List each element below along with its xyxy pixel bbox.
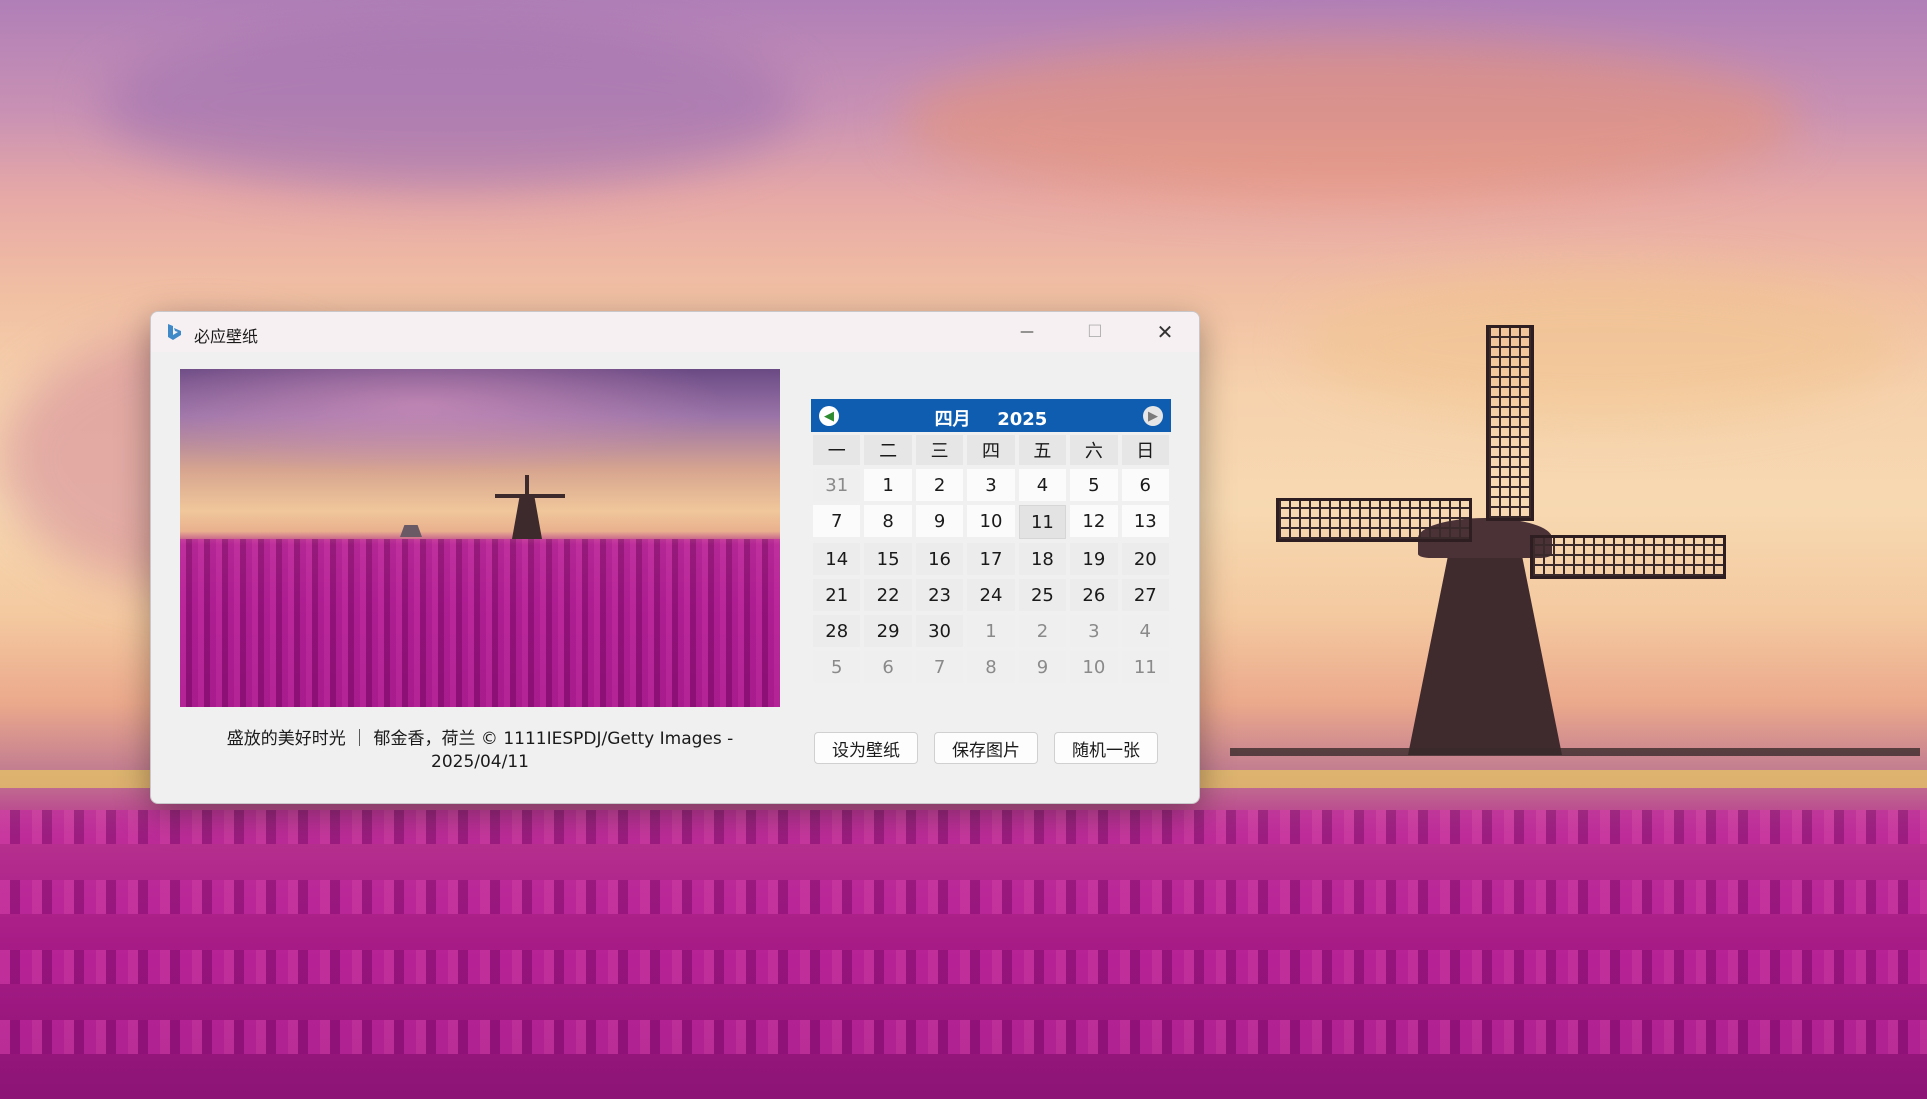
calendar-day[interactable]: 23 xyxy=(915,579,964,611)
calendar-day[interactable]: 26 xyxy=(1070,579,1118,611)
random-button[interactable]: 随机一张 xyxy=(1054,732,1158,764)
calendar-day[interactable]: 31 xyxy=(813,469,861,501)
title-bar[interactable]: 必应壁纸 — ☐ ✕ xyxy=(151,312,1199,352)
weekday-label: 三 xyxy=(915,435,964,465)
calendar-day[interactable]: 17 xyxy=(967,543,1015,575)
calendar-day[interactable]: 28 xyxy=(813,615,861,647)
maximize-button[interactable]: ☐ xyxy=(1067,312,1123,352)
weekday-label: 日 xyxy=(1121,435,1169,465)
calendar-day[interactable]: 6 xyxy=(1121,469,1169,501)
calendar-day[interactable]: 8 xyxy=(967,651,1015,683)
calendar-day[interactable]: 18 xyxy=(1018,543,1067,575)
calendar-year[interactable]: 2025 xyxy=(997,409,1047,430)
calendar-header: ◀ 四月 2025 ▶ xyxy=(811,399,1171,432)
calendar-day[interactable]: 12 xyxy=(1070,505,1118,537)
calendar-day[interactable]: 7 xyxy=(813,505,861,537)
calendar-day[interactable]: 14 xyxy=(813,543,861,575)
calendar-day[interactable]: 9 xyxy=(1018,651,1067,683)
weekday-label: 四 xyxy=(967,435,1015,465)
calendar-day[interactable]: 4 xyxy=(1121,615,1169,647)
arrow-right-icon[interactable]: ▶ xyxy=(1143,406,1163,426)
calendar-day[interactable]: 3 xyxy=(1070,615,1118,647)
weekday-label: 一 xyxy=(813,435,861,465)
bing-logo-icon xyxy=(168,324,181,340)
calendar: ◀ 四月 2025 ▶ 一 二 三 四 五 六 日 31 1 2 3 4 5 6 7 8 9 10 1… xyxy=(811,399,1171,683)
calendar-day[interactable]: 1 xyxy=(864,469,912,501)
calendar-day[interactable]: 20 xyxy=(1121,543,1169,575)
calendar-grid: 一 二 三 四 五 六 日 31 1 2 3 4 5 6 7 8 9 10 11 12 13 14 15 16 1… xyxy=(811,432,1171,683)
weekday-label: 五 xyxy=(1018,435,1067,465)
wallpaper-preview xyxy=(180,369,780,707)
calendar-day[interactable]: 3 xyxy=(967,469,1015,501)
calendar-day[interactable]: 2 xyxy=(915,469,964,501)
calendar-month[interactable]: 四月 xyxy=(935,409,971,430)
calendar-day[interactable]: 1 xyxy=(967,615,1015,647)
calendar-day-today[interactable]: 11 xyxy=(1018,505,1067,539)
weekday-label: 六 xyxy=(1070,435,1118,465)
calendar-day[interactable]: 27 xyxy=(1121,579,1169,611)
calendar-day[interactable]: 19 xyxy=(1070,543,1118,575)
calendar-day[interactable]: 4 xyxy=(1018,469,1067,501)
close-button[interactable]: ✕ xyxy=(1137,312,1193,352)
minimize-button[interactable]: — xyxy=(999,312,1055,352)
calendar-day[interactable]: 6 xyxy=(864,651,912,683)
calendar-day[interactable]: 5 xyxy=(1070,469,1118,501)
calendar-day[interactable]: 11 xyxy=(1121,651,1169,683)
calendar-day[interactable]: 16 xyxy=(915,543,964,575)
calendar-day[interactable]: 15 xyxy=(864,543,912,575)
minimize-icon: — xyxy=(1020,324,1034,340)
calendar-day[interactable]: 10 xyxy=(967,505,1015,537)
calendar-day[interactable]: 25 xyxy=(1018,579,1067,611)
calendar-day[interactable]: 29 xyxy=(864,615,912,647)
weekday-label: 二 xyxy=(864,435,912,465)
maximize-icon: ☐ xyxy=(1087,322,1103,342)
app-window: 必应壁纸 — ☐ ✕ 盛放的美好时光 ｜ 郁金香，荷兰 © 1111IESPDJ… xyxy=(150,311,1200,804)
calendar-day[interactable]: 7 xyxy=(915,651,964,683)
wallpaper-caption: 盛放的美好时光 ｜ 郁金香，荷兰 © 1111IESPDJ/Getty Imag… xyxy=(226,729,734,772)
calendar-day[interactable]: 2 xyxy=(1018,615,1067,647)
calendar-day[interactable]: 22 xyxy=(864,579,912,611)
close-icon: ✕ xyxy=(1156,320,1174,344)
calendar-day[interactable]: 9 xyxy=(915,505,964,537)
set-wallpaper-button[interactable]: 设为壁纸 xyxy=(814,732,918,764)
calendar-day[interactable]: 21 xyxy=(813,579,861,611)
calendar-day[interactable]: 30 xyxy=(915,615,964,647)
save-image-button[interactable]: 保存图片 xyxy=(934,732,1038,764)
calendar-title[interactable]: 四月 2025 xyxy=(811,405,1171,431)
calendar-day[interactable]: 5 xyxy=(813,651,861,683)
window-title: 必应壁纸 xyxy=(194,327,259,346)
calendar-day[interactable]: 24 xyxy=(967,579,1015,611)
calendar-day[interactable]: 8 xyxy=(864,505,912,537)
calendar-day[interactable]: 10 xyxy=(1070,651,1118,683)
calendar-day[interactable]: 13 xyxy=(1121,505,1169,537)
